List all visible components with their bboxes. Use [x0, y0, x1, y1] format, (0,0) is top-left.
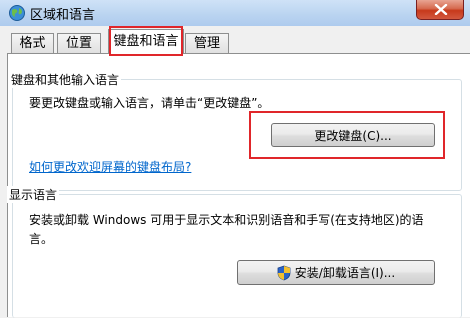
tab-location[interactable]: 位置 [57, 33, 101, 53]
globe-icon [9, 5, 25, 21]
uac-shield-icon [277, 265, 291, 280]
display-language-description-line2: 言。 [29, 232, 54, 246]
keyboard-description: 要更改键盘或输入语言，请单击“更改键盘”。 [29, 96, 270, 110]
button-highlight-box [249, 111, 445, 159]
display-language-description-line1: 安装或卸载 Windows 可用于显示文本和识别语音和手写(在支持地区)的语 [29, 213, 424, 227]
tab-panel: 键盘和其他输入语言 要更改键盘或输入语言，请单击“更改键盘”。 更改键盘(C).… [7, 53, 470, 318]
close-button[interactable] [416, 0, 464, 20]
title-bar: 区域和语言 [0, 0, 470, 26]
display-language-title: 显示语言 [7, 186, 60, 203]
tab-administrative[interactable]: 管理 [185, 33, 229, 53]
install-uninstall-languages-button[interactable]: 安装/卸载语言(I)... [237, 260, 435, 285]
tab-format[interactable]: 格式 [11, 33, 54, 53]
keyboard-group-title: 键盘和其他输入语言 [9, 71, 122, 88]
tab-highlight-box [109, 26, 183, 56]
install-button-label: 安装/卸载语言(I)... [294, 266, 396, 280]
window-title: 区域和语言 [30, 8, 96, 23]
welcome-screen-keyboard-link[interactable]: 如何更改欢迎屏幕的键盘布局? [29, 158, 191, 175]
close-icon [434, 4, 448, 15]
